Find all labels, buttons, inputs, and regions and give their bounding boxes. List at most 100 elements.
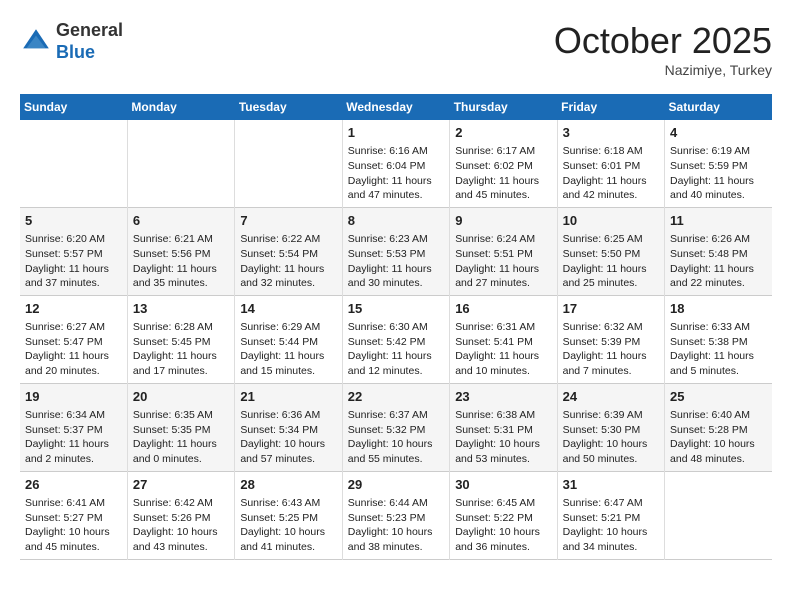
cell-text: and 55 minutes. — [348, 452, 444, 467]
day-number: 26 — [25, 476, 122, 494]
calendar-cell: 29Sunrise: 6:44 AMSunset: 5:23 PMDayligh… — [342, 471, 449, 559]
cell-text: Sunset: 5:30 PM — [563, 423, 659, 438]
cell-text: Daylight: 11 hours — [670, 174, 767, 189]
cell-text: Sunrise: 6:43 AM — [240, 496, 336, 511]
calendar-header-row: SundayMondayTuesdayWednesdayThursdayFrid… — [20, 94, 772, 120]
day-number: 24 — [563, 388, 659, 406]
cell-text: Sunrise: 6:34 AM — [25, 408, 122, 423]
day-number: 4 — [670, 124, 767, 142]
calendar-week-row: 26Sunrise: 6:41 AMSunset: 5:27 PMDayligh… — [20, 471, 772, 559]
day-number: 18 — [670, 300, 767, 318]
cell-text: Sunrise: 6:47 AM — [563, 496, 659, 511]
calendar-cell: 31Sunrise: 6:47 AMSunset: 5:21 PMDayligh… — [557, 471, 664, 559]
day-number: 8 — [348, 212, 444, 230]
cell-text: Sunset: 6:01 PM — [563, 159, 659, 174]
cell-text: and 41 minutes. — [240, 540, 336, 555]
cell-text: and 2 minutes. — [25, 452, 122, 467]
cell-text: Sunrise: 6:44 AM — [348, 496, 444, 511]
calendar-cell: 12Sunrise: 6:27 AMSunset: 5:47 PMDayligh… — [20, 295, 127, 383]
calendar-cell: 23Sunrise: 6:38 AMSunset: 5:31 PMDayligh… — [450, 383, 557, 471]
cell-text: Sunset: 5:37 PM — [25, 423, 122, 438]
day-number: 25 — [670, 388, 767, 406]
cell-text: and 27 minutes. — [455, 276, 551, 291]
calendar-cell: 27Sunrise: 6:42 AMSunset: 5:26 PMDayligh… — [127, 471, 234, 559]
calendar-cell: 8Sunrise: 6:23 AMSunset: 5:53 PMDaylight… — [342, 207, 449, 295]
calendar-cell: 4Sunrise: 6:19 AMSunset: 5:59 PMDaylight… — [665, 120, 772, 207]
cell-text: Sunrise: 6:31 AM — [455, 320, 551, 335]
cell-text: Daylight: 10 hours — [133, 525, 229, 540]
cell-text: Daylight: 10 hours — [348, 525, 444, 540]
cell-text: Sunrise: 6:20 AM — [25, 232, 122, 247]
cell-text: Sunrise: 6:29 AM — [240, 320, 336, 335]
cell-text: and 47 minutes. — [348, 188, 444, 203]
cell-text: Sunrise: 6:42 AM — [133, 496, 229, 511]
cell-text: Sunset: 5:38 PM — [670, 335, 767, 350]
calendar-cell: 19Sunrise: 6:34 AMSunset: 5:37 PMDayligh… — [20, 383, 127, 471]
cell-text: Sunrise: 6:22 AM — [240, 232, 336, 247]
calendar-cell — [127, 120, 234, 207]
calendar-cell: 17Sunrise: 6:32 AMSunset: 5:39 PMDayligh… — [557, 295, 664, 383]
cell-text: Daylight: 10 hours — [670, 437, 767, 452]
calendar-cell: 1Sunrise: 6:16 AMSunset: 6:04 PMDaylight… — [342, 120, 449, 207]
cell-text: Daylight: 11 hours — [455, 174, 551, 189]
cell-text: Daylight: 10 hours — [240, 525, 336, 540]
cell-text: Daylight: 11 hours — [240, 262, 336, 277]
cell-text: Sunrise: 6:16 AM — [348, 144, 444, 159]
cell-text: and 57 minutes. — [240, 452, 336, 467]
cell-text: Sunrise: 6:38 AM — [455, 408, 551, 423]
calendar-cell: 11Sunrise: 6:26 AMSunset: 5:48 PMDayligh… — [665, 207, 772, 295]
day-header-tuesday: Tuesday — [235, 94, 342, 120]
cell-text: Sunrise: 6:35 AM — [133, 408, 229, 423]
cell-text: Daylight: 11 hours — [348, 174, 444, 189]
cell-text: Sunrise: 6:40 AM — [670, 408, 767, 423]
cell-text: Sunrise: 6:37 AM — [348, 408, 444, 423]
calendar-cell: 20Sunrise: 6:35 AMSunset: 5:35 PMDayligh… — [127, 383, 234, 471]
day-number: 28 — [240, 476, 336, 494]
cell-text: Sunset: 5:54 PM — [240, 247, 336, 262]
cell-text: Sunset: 5:45 PM — [133, 335, 229, 350]
cell-text: Sunset: 5:28 PM — [670, 423, 767, 438]
cell-text: and 42 minutes. — [563, 188, 659, 203]
cell-text: and 17 minutes. — [133, 364, 229, 379]
day-number: 30 — [455, 476, 551, 494]
calendar-cell — [20, 120, 127, 207]
calendar-cell: 24Sunrise: 6:39 AMSunset: 5:30 PMDayligh… — [557, 383, 664, 471]
cell-text: and 53 minutes. — [455, 452, 551, 467]
cell-text: and 5 minutes. — [670, 364, 767, 379]
day-number: 16 — [455, 300, 551, 318]
cell-text: and 25 minutes. — [563, 276, 659, 291]
day-header-sunday: Sunday — [20, 94, 127, 120]
cell-text: Sunrise: 6:26 AM — [670, 232, 767, 247]
cell-text: Sunrise: 6:32 AM — [563, 320, 659, 335]
cell-text: Sunset: 5:59 PM — [670, 159, 767, 174]
cell-text: Sunrise: 6:24 AM — [455, 232, 551, 247]
cell-text: and 43 minutes. — [133, 540, 229, 555]
day-number: 14 — [240, 300, 336, 318]
cell-text: Sunrise: 6:18 AM — [563, 144, 659, 159]
cell-text: and 35 minutes. — [133, 276, 229, 291]
calendar-cell: 18Sunrise: 6:33 AMSunset: 5:38 PMDayligh… — [665, 295, 772, 383]
calendar-cell: 22Sunrise: 6:37 AMSunset: 5:32 PMDayligh… — [342, 383, 449, 471]
day-number: 20 — [133, 388, 229, 406]
calendar-cell: 26Sunrise: 6:41 AMSunset: 5:27 PMDayligh… — [20, 471, 127, 559]
logo-icon — [20, 26, 52, 58]
cell-text: and 12 minutes. — [348, 364, 444, 379]
cell-text: Sunrise: 6:27 AM — [25, 320, 122, 335]
cell-text: and 32 minutes. — [240, 276, 336, 291]
cell-text: and 45 minutes. — [455, 188, 551, 203]
calendar-cell: 13Sunrise: 6:28 AMSunset: 5:45 PMDayligh… — [127, 295, 234, 383]
cell-text: Sunset: 5:39 PM — [563, 335, 659, 350]
day-header-saturday: Saturday — [665, 94, 772, 120]
title-block: October 2025 Nazimiye, Turkey — [554, 20, 772, 78]
day-header-thursday: Thursday — [450, 94, 557, 120]
cell-text: Sunrise: 6:45 AM — [455, 496, 551, 511]
day-number: 9 — [455, 212, 551, 230]
cell-text: Daylight: 10 hours — [455, 525, 551, 540]
cell-text: Daylight: 10 hours — [348, 437, 444, 452]
cell-text: Daylight: 10 hours — [563, 525, 659, 540]
cell-text: and 45 minutes. — [25, 540, 122, 555]
calendar-cell: 6Sunrise: 6:21 AMSunset: 5:56 PMDaylight… — [127, 207, 234, 295]
cell-text: Sunrise: 6:39 AM — [563, 408, 659, 423]
cell-text: and 37 minutes. — [25, 276, 122, 291]
calendar-cell: 10Sunrise: 6:25 AMSunset: 5:50 PMDayligh… — [557, 207, 664, 295]
